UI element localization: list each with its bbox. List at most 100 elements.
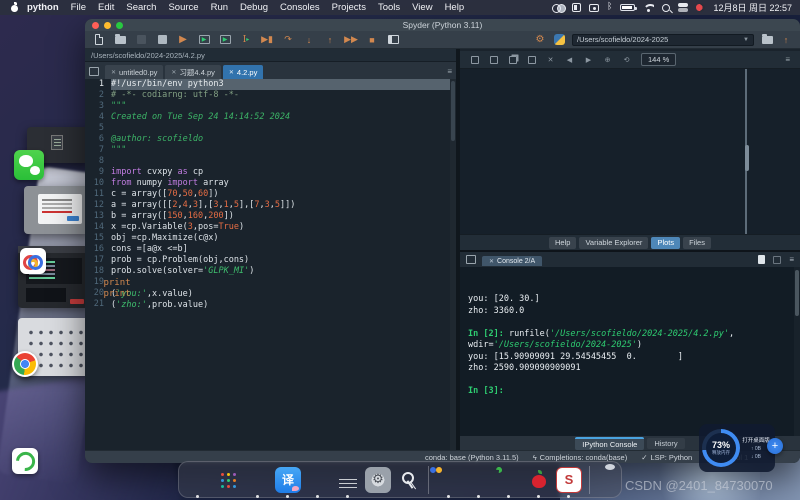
- overlay-plus-button[interactable]: +: [767, 438, 783, 454]
- run-selection-button[interactable]: I▸: [240, 34, 252, 46]
- console-tab[interactable]: ✕Console 2/A: [482, 256, 542, 266]
- copy-plot-icon[interactable]: [508, 55, 517, 64]
- titlebar[interactable]: Spyder (Python 3.11): [85, 19, 800, 31]
- search-icon[interactable]: [662, 4, 670, 12]
- browse-directory-button[interactable]: [761, 34, 773, 46]
- menu-view[interactable]: View: [412, 2, 432, 13]
- console-scrollbar[interactable]: [794, 267, 800, 436]
- menu-debug[interactable]: Debug: [240, 2, 268, 13]
- dock-wechat[interactable]: [305, 467, 331, 493]
- panel-tab-variable-explorer[interactable]: Variable Explorer: [579, 237, 648, 249]
- close-icon[interactable]: ✕: [229, 69, 234, 76]
- open-desktop-link[interactable]: 打开桌面版: [742, 436, 770, 444]
- menu-file[interactable]: File: [71, 2, 86, 13]
- window-manager-icon[interactable]: [572, 3, 581, 12]
- browse-consoles-icon[interactable]: [466, 255, 476, 264]
- wifi-icon[interactable]: [643, 4, 654, 12]
- close-icon[interactable]: ✕: [489, 258, 494, 265]
- step-into-button[interactable]: ↓: [303, 34, 315, 46]
- menubar-clock[interactable]: 12月8日 周日 22:57: [713, 1, 792, 14]
- preferences-wrench-icon[interactable]: ⚙: [534, 34, 546, 46]
- save-all-button[interactable]: [156, 34, 168, 46]
- new-file-button[interactable]: [93, 34, 105, 46]
- chrome-badge-icon[interactable]: [12, 351, 38, 377]
- next-plot-icon[interactable]: ▶: [584, 55, 593, 64]
- close-icon[interactable]: ✕: [111, 69, 116, 76]
- menu-projects[interactable]: Projects: [332, 2, 366, 13]
- menu-source[interactable]: Source: [168, 2, 198, 13]
- dock-keychain[interactable]: [395, 467, 421, 493]
- bottom-tab-history[interactable]: History: [647, 438, 684, 449]
- zoom-out-icon[interactable]: ⟲: [622, 55, 631, 64]
- panel-tab-plots[interactable]: Plots: [651, 237, 680, 249]
- dock-preview[interactable]: [466, 467, 492, 493]
- green-ring-badge-icon[interactable]: [12, 448, 38, 474]
- interrupt-kernel-icon[interactable]: [773, 256, 781, 264]
- console-output[interactable]: you: [20. 30.]zho: 3360.0In [2]: runfile…: [460, 267, 800, 436]
- open-file-button[interactable]: [114, 34, 126, 46]
- memory-cleaner-overlay[interactable]: 73% 释放内存 打开桌面版 ↑ 0B ↓ 0B +: [699, 424, 775, 472]
- dock-red-apple[interactable]: [526, 467, 552, 493]
- editor-options-menu-icon[interactable]: ≡: [447, 67, 452, 76]
- parent-directory-button[interactable]: ↑: [780, 34, 792, 46]
- control-center-icon[interactable]: [678, 3, 688, 12]
- window-thumbnail-dialog[interactable]: [24, 186, 90, 234]
- dock-translate[interactable]: 译: [275, 467, 301, 493]
- menu-help[interactable]: Help: [445, 2, 465, 13]
- dock-notes[interactable]: [335, 467, 361, 493]
- save-plot-icon[interactable]: [470, 55, 479, 64]
- previous-plot-icon[interactable]: ◀: [565, 55, 574, 64]
- menu-search[interactable]: Search: [126, 2, 156, 13]
- stop-debug-button[interactable]: ■: [366, 34, 378, 46]
- remove-all-plots-icon[interactable]: ✕: [546, 55, 555, 64]
- new-console-icon[interactable]: [758, 255, 765, 264]
- rings-app-badge-icon[interactable]: [20, 248, 46, 274]
- step-out-button[interactable]: ↑: [324, 34, 336, 46]
- dock-trash[interactable]: [597, 467, 623, 493]
- run-file-button[interactable]: ▶: [177, 34, 189, 46]
- working-directory-field[interactable]: /Users/scofieldo/2024-2025▼: [572, 34, 754, 46]
- dock-rings[interactable]: [436, 467, 462, 493]
- run-cell-advance-button[interactable]: ▶: [219, 34, 231, 46]
- step-over-button[interactable]: ↷: [282, 34, 294, 46]
- panel-tab-help[interactable]: Help: [549, 237, 576, 249]
- dock-green-ring[interactable]: [496, 467, 522, 493]
- panel-tab-files[interactable]: Files: [683, 237, 711, 249]
- debug-file-button[interactable]: ▶▮: [261, 34, 273, 46]
- remove-plot-icon[interactable]: [527, 55, 536, 64]
- console-options-menu-icon[interactable]: ≡: [789, 255, 794, 264]
- dock-s-app[interactable]: S: [556, 467, 582, 493]
- code-editor[interactable]: 1#!/usr/bin/env python32# -*- codiarng: …: [85, 79, 456, 450]
- close-icon[interactable]: ✕: [171, 69, 176, 76]
- maximize-pane-button[interactable]: [387, 34, 399, 46]
- zoom-in-icon[interactable]: ⊕: [603, 55, 612, 64]
- menu-tools[interactable]: Tools: [378, 2, 400, 13]
- browse-tabs-icon[interactable]: [89, 67, 99, 76]
- dock-launchpad[interactable]: [215, 467, 241, 493]
- save-all-plots-icon[interactable]: [489, 55, 498, 64]
- active-app-name[interactable]: python: [27, 2, 59, 13]
- lsp-status[interactable]: ✓LSP: Python: [641, 453, 692, 462]
- dock-finder[interactable]: [185, 467, 211, 493]
- menu-run[interactable]: Run: [211, 2, 228, 13]
- wechat-badge-icon[interactable]: [14, 150, 44, 180]
- save-file-button[interactable]: [135, 34, 147, 46]
- memory-gauge[interactable]: 73% 释放内存: [702, 429, 740, 467]
- bluetooth-icon[interactable]: ᛒ: [607, 3, 612, 12]
- apple-menu-icon[interactable]: [10, 3, 19, 12]
- bottom-tab-ipython-console[interactable]: IPython Console: [575, 437, 644, 450]
- run-cell-button[interactable]: ▶: [198, 34, 210, 46]
- plots-options-menu-icon[interactable]: ≡: [785, 55, 790, 64]
- screenshot-icon[interactable]: [589, 4, 599, 12]
- editor-tab-4.2.py[interactable]: ✕4.2.py: [223, 65, 263, 79]
- menu-consoles[interactable]: Consoles: [280, 2, 320, 13]
- battery-icon[interactable]: [620, 4, 635, 11]
- editor-scrollbar[interactable]: [450, 79, 456, 450]
- input-source-icon[interactable]: [552, 4, 564, 12]
- dock-chrome[interactable]: [245, 467, 271, 493]
- plot-thumbnails-strip[interactable]: [747, 69, 800, 234]
- recording-indicator-icon[interactable]: [696, 3, 705, 12]
- menu-edit[interactable]: Edit: [98, 2, 114, 13]
- editor-tab-习题4.4.py[interactable]: ✕习题4.4.py: [165, 65, 220, 79]
- dock-settings[interactable]: ⚙: [365, 467, 391, 493]
